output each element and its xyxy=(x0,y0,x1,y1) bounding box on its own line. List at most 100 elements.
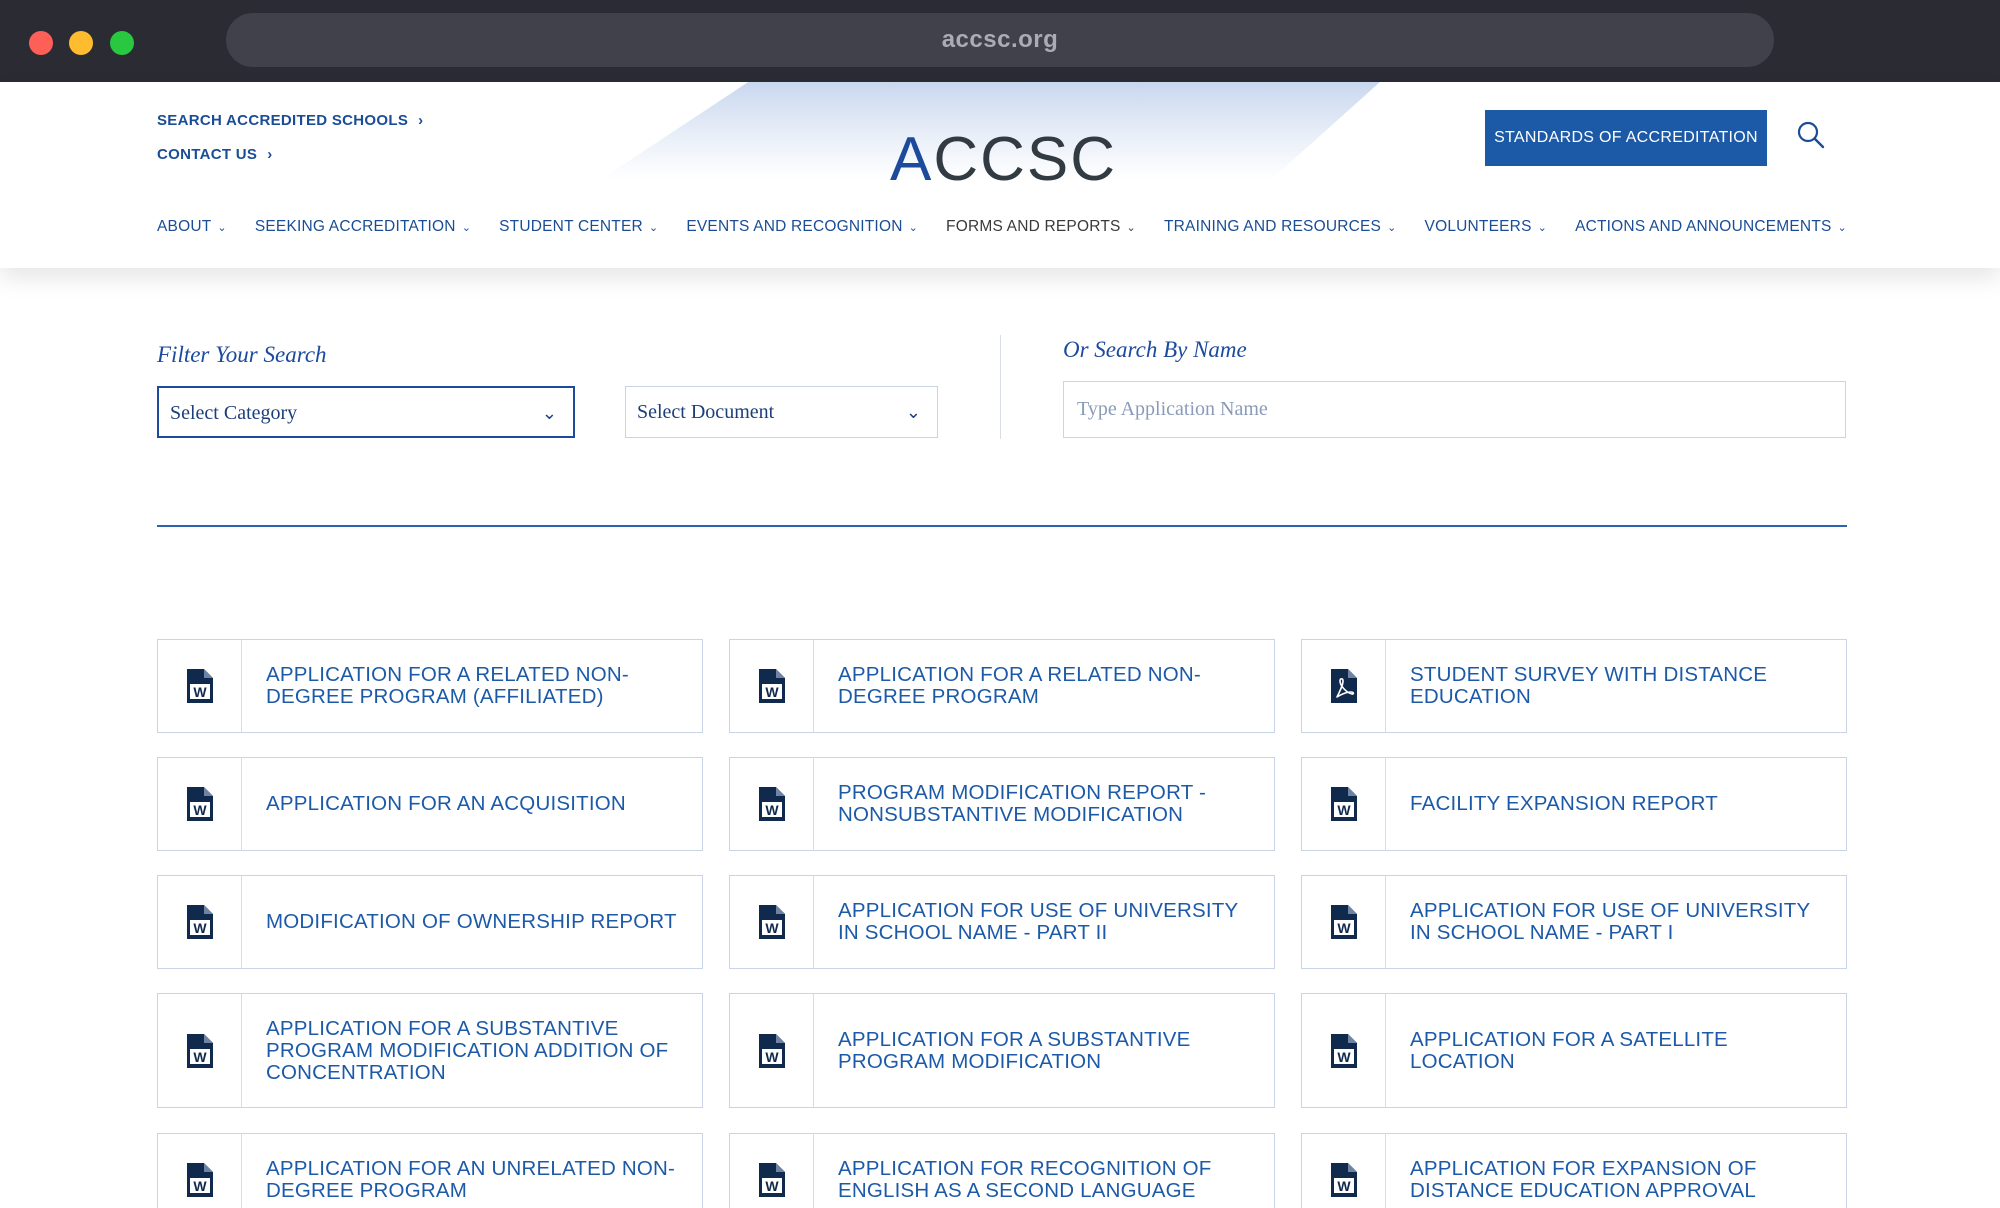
document-title[interactable]: APPLICATION FOR USE OF UNIVERSITY IN SCH… xyxy=(838,900,1256,944)
chevron-down-icon: ⌄ xyxy=(1387,222,1397,234)
svg-text:W: W xyxy=(193,1049,207,1065)
svg-text:W: W xyxy=(765,802,779,818)
document-title[interactable]: APPLICATION FOR EXPANSION OF DISTANCE ED… xyxy=(1410,1158,1828,1202)
main-nav: ABOUT ⌄ SEEKING ACCREDITATION ⌄ STUDENT CE… xyxy=(157,218,1847,236)
document-card[interactable]: W APPLICATION FOR A SATELLITE LOCATION xyxy=(1301,993,1847,1108)
chevron-down-icon: ⌄ xyxy=(461,222,472,234)
document-title[interactable]: APPLICATION FOR A SATELLITE LOCATION xyxy=(1410,1028,1828,1073)
word-doc-icon: W xyxy=(158,640,242,732)
application-name-input[interactable]: Type Application Name xyxy=(1063,381,1846,438)
document-title[interactable]: STUDENT SURVEY WITH DISTANCE EDUCATION xyxy=(1410,664,1828,708)
word-doc-icon: W xyxy=(158,994,242,1107)
category-select[interactable]: Select Category ⌄ xyxy=(157,386,575,438)
document-title[interactable]: APPLICATION FOR A RELATED NON-DEGREE PRO… xyxy=(266,664,684,708)
word-doc-icon: W xyxy=(730,994,814,1107)
svg-text:W: W xyxy=(193,1178,207,1194)
nav-about[interactable]: ABOUT ⌄ xyxy=(157,218,227,236)
document-card[interactable]: W APPLICATION FOR EXPANSION OF DISTANCE E… xyxy=(1301,1133,1847,1208)
word-doc-icon: W xyxy=(158,876,242,968)
minimize-window-button[interactable] xyxy=(69,31,93,55)
document-title[interactable]: FACILITY EXPANSION REPORT xyxy=(1410,793,1828,815)
logo-rest: CCSC xyxy=(933,125,1118,194)
nav-actions-and-announcements[interactable]: ACTIONS AND ANNOUNCEMENTS ⌄ xyxy=(1575,218,1847,236)
filter-label: Filter Your Search xyxy=(157,342,327,367)
document-card[interactable]: W APPLICATION FOR AN UNRELATED NON-DEGREE… xyxy=(157,1133,703,1208)
svg-text:W: W xyxy=(193,684,207,700)
document-card[interactable]: W PROGRAM MODIFICATION REPORT - NONSUBSTA… xyxy=(729,757,1275,851)
document-title[interactable]: APPLICATION FOR USE OF UNIVERSITY IN SCH… xyxy=(1410,900,1828,944)
search-accredited-schools-link[interactable]: SEARCH ACCREDITED SCHOOLS › xyxy=(157,112,423,129)
svg-text:W: W xyxy=(1337,1178,1351,1194)
nav-seeking-accreditation[interactable]: SEEKING ACCREDITATION ⌄ xyxy=(255,218,471,236)
document-title[interactable]: MODIFICATION OF OWNERSHIP REPORT xyxy=(266,911,684,933)
section-divider xyxy=(157,525,1847,527)
document-card[interactable]: W APPLICATION FOR A SUBSTANTIVE PROGRAM M… xyxy=(157,993,703,1108)
chevron-right-icon: › xyxy=(267,146,273,163)
document-card[interactable]: STUDENT SURVEY WITH DISTANCE EDUCATION xyxy=(1301,639,1847,733)
pdf-doc-icon xyxy=(1302,640,1386,732)
logo-a-glyph: A xyxy=(890,125,934,194)
svg-text:W: W xyxy=(193,802,207,818)
document-title[interactable]: APPLICATION FOR AN UNRELATED NON-DEGREE … xyxy=(266,1158,684,1202)
chevron-down-icon: ⌄ xyxy=(908,222,919,234)
site-header: ACCSC SEARCH ACCREDITED SCHOOLS › CONTACT… xyxy=(0,82,2000,268)
accsc-logo[interactable]: ACCSC xyxy=(890,124,1117,195)
svg-text:W: W xyxy=(765,1049,779,1065)
chevron-down-icon: ⌄ xyxy=(905,402,921,422)
close-window-button[interactable] xyxy=(29,31,53,55)
document-title[interactable]: APPLICATION FOR AN ACQUISITION xyxy=(266,793,684,815)
nav-events-and-recognition[interactable]: EVENTS AND RECOGNITION ⌄ xyxy=(686,218,918,236)
document-card[interactable]: W APPLICATION FOR AN ACQUISITION xyxy=(157,757,703,851)
nav-training-and-resources[interactable]: TRAINING AND RESOURCES ⌄ xyxy=(1164,218,1397,236)
word-doc-icon: W xyxy=(1302,1134,1386,1208)
search-icon[interactable] xyxy=(1796,120,1826,150)
document-card[interactable]: W FACILITY EXPANSION REPORT xyxy=(1301,757,1847,851)
contact-us-link[interactable]: CONTACT US › xyxy=(157,146,423,163)
chevron-down-icon: ⌄ xyxy=(217,222,227,234)
browser-chrome: accsc.org xyxy=(0,0,2000,82)
document-title[interactable]: APPLICATION FOR A SUBSTANTIVE PROGRAM MO… xyxy=(838,1028,1256,1073)
search-by-name-label: Or Search By Name xyxy=(1063,337,1247,362)
nav-forms-and-reports[interactable]: FORMS AND REPORTS ⌄ xyxy=(946,218,1136,236)
word-doc-icon: W xyxy=(158,1134,242,1208)
document-card[interactable]: W APPLICATION FOR RECOGNITION OF ENGLISH … xyxy=(729,1133,1275,1208)
maximize-window-button[interactable] xyxy=(110,31,134,55)
svg-text:W: W xyxy=(1337,1049,1351,1065)
document-card[interactable]: W APPLICATION FOR A RELATED NON-DEGREE PR… xyxy=(729,639,1275,733)
word-doc-icon: W xyxy=(730,1134,814,1208)
document-card[interactable]: W APPLICATION FOR USE OF UNIVERSITY IN SC… xyxy=(1301,875,1847,969)
word-doc-icon: W xyxy=(730,640,814,732)
word-doc-icon: W xyxy=(730,758,814,850)
svg-text:W: W xyxy=(1337,920,1351,936)
chevron-down-icon: ⌄ xyxy=(541,403,557,423)
vertical-divider xyxy=(1000,335,1001,439)
nav-volunteers[interactable]: VOLUNTEERS ⌄ xyxy=(1425,218,1548,236)
svg-text:W: W xyxy=(765,684,779,700)
document-card[interactable]: W APPLICATION FOR USE OF UNIVERSITY IN SC… xyxy=(729,875,1275,969)
document-card[interactable]: W MODIFICATION OF OWNERSHIP REPORT xyxy=(157,875,703,969)
standards-of-accreditation-button[interactable]: STANDARDS OF ACCREDITATION xyxy=(1485,110,1767,166)
svg-text:W: W xyxy=(765,1178,779,1194)
word-doc-icon: W xyxy=(158,758,242,850)
address-bar[interactable]: accsc.org xyxy=(226,13,1774,67)
document-title[interactable]: APPLICATION FOR A SUBSTANTIVE PROGRAM MO… xyxy=(266,1017,684,1084)
utility-links: SEARCH ACCREDITED SCHOOLS › CONTACT US › xyxy=(157,112,423,180)
word-doc-icon: W xyxy=(1302,994,1386,1107)
nav-student-center[interactable]: STUDENT CENTER ⌄ xyxy=(499,218,658,236)
chevron-right-icon: › xyxy=(418,112,424,129)
svg-text:W: W xyxy=(765,920,779,936)
document-select[interactable]: Select Document ⌄ xyxy=(625,386,938,438)
svg-text:W: W xyxy=(1337,802,1351,818)
chevron-down-icon: ⌄ xyxy=(1537,222,1548,234)
word-doc-icon: W xyxy=(1302,876,1386,968)
document-title[interactable]: APPLICATION FOR RECOGNITION OF ENGLISH A… xyxy=(838,1158,1256,1202)
chevron-down-icon: ⌄ xyxy=(1126,222,1136,234)
svg-text:W: W xyxy=(193,920,207,936)
document-card[interactable]: W APPLICATION FOR A SUBSTANTIVE PROGRAM M… xyxy=(729,993,1275,1108)
chevron-down-icon: ⌄ xyxy=(1837,222,1847,234)
chevron-down-icon: ⌄ xyxy=(648,222,659,234)
word-doc-icon: W xyxy=(1302,758,1386,850)
document-title[interactable]: APPLICATION FOR A RELATED NON-DEGREE PRO… xyxy=(838,664,1256,708)
document-card[interactable]: W APPLICATION FOR A RELATED NON-DEGREE PR… xyxy=(157,639,703,733)
document-title[interactable]: PROGRAM MODIFICATION REPORT - NONSUBSTAN… xyxy=(838,782,1256,826)
